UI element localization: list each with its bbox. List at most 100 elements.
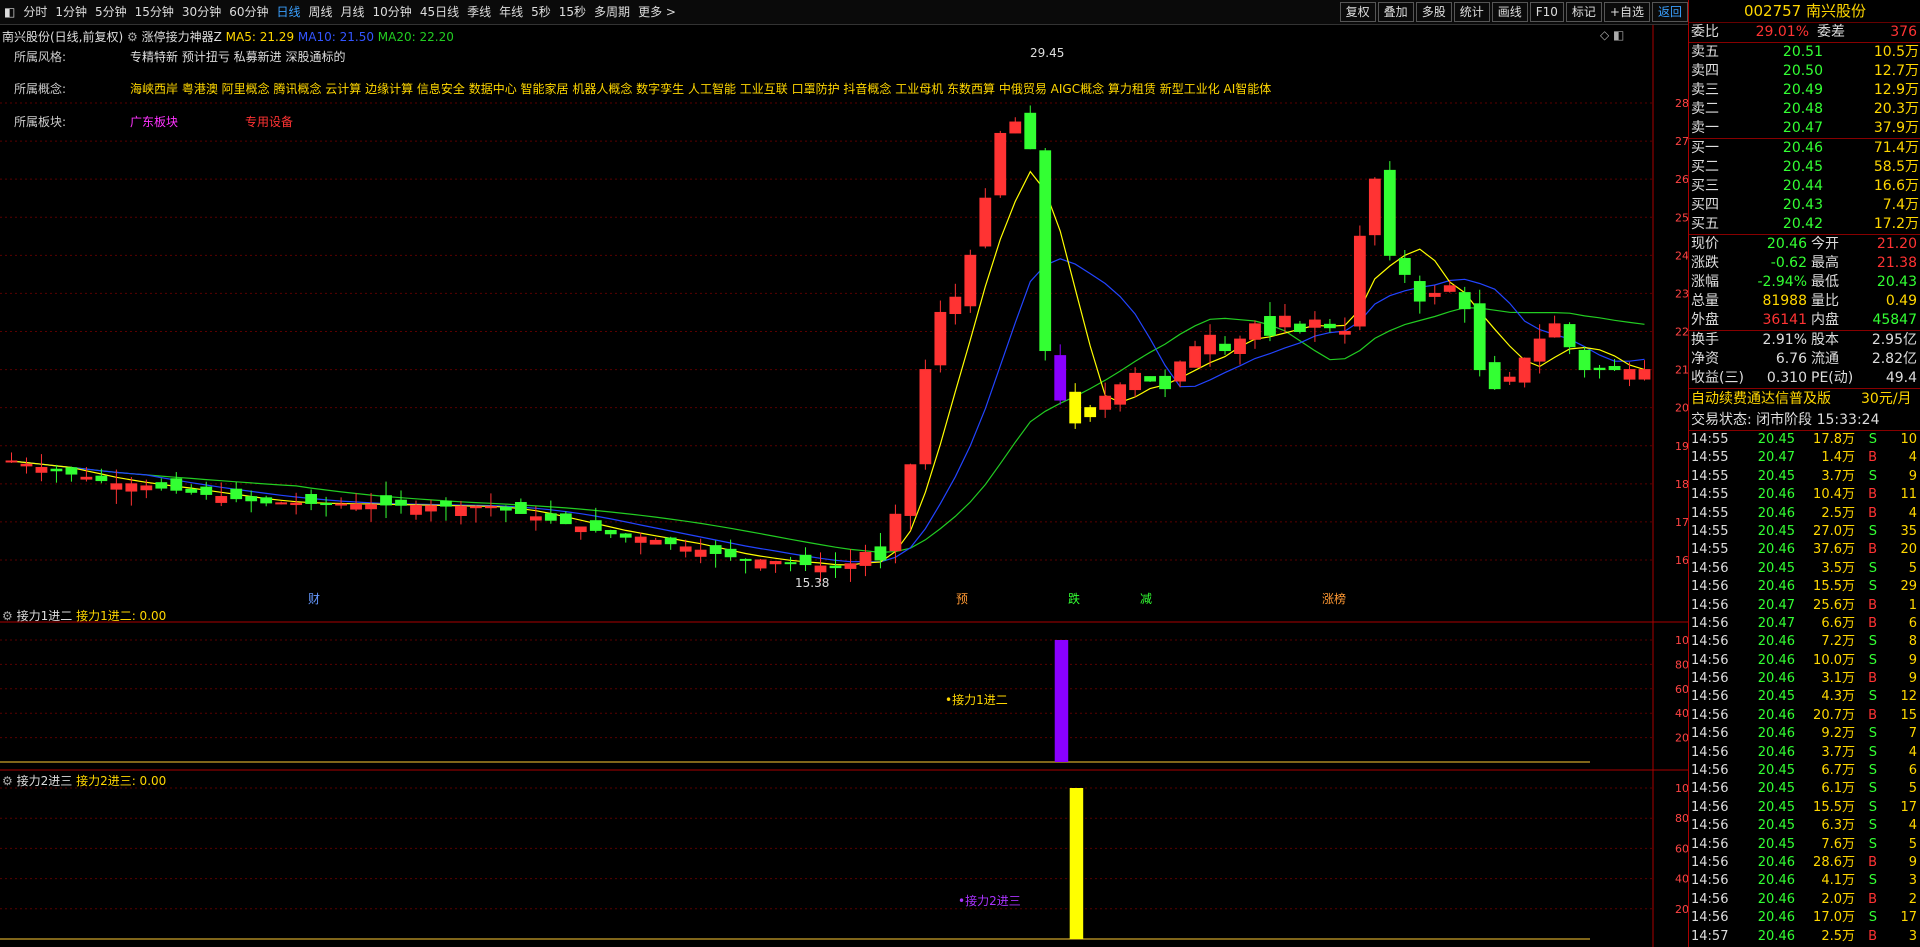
candle-body[interactable] xyxy=(649,539,662,545)
chart-area[interactable]: 16.00 17.00 18.00 19.00 20.00 21.00 22.00 23.00… xyxy=(0,25,1688,947)
candle-body[interactable] xyxy=(964,254,977,307)
candle-body[interactable] xyxy=(514,502,527,514)
candle-body[interactable] xyxy=(65,467,78,475)
candle-body[interactable] xyxy=(5,460,18,463)
candle-body[interactable] xyxy=(1249,323,1261,340)
period-tab[interactable]: 日线 xyxy=(272,0,304,24)
candle-body[interactable] xyxy=(20,463,33,467)
candle-body[interactable] xyxy=(784,562,797,565)
sub2-settings-icon[interactable]: ⚙ xyxy=(2,774,13,788)
promo-row[interactable]: 自动续费通达信普及版 30元/月 xyxy=(1689,389,1920,410)
candle-body[interactable] xyxy=(425,505,437,512)
candle-body[interactable] xyxy=(230,488,243,500)
candle-body[interactable] xyxy=(1054,355,1067,401)
candle-body[interactable] xyxy=(979,197,992,247)
candle-body[interactable] xyxy=(1638,369,1651,380)
candle-body[interactable] xyxy=(305,494,318,504)
candle-body[interactable] xyxy=(1264,316,1276,336)
candle-body[interactable] xyxy=(1443,285,1456,292)
candle-body[interactable] xyxy=(485,506,497,509)
toolbar-button[interactable]: 统计 xyxy=(1453,2,1490,22)
period-tab[interactable]: 15秒 xyxy=(555,0,590,24)
stock-header[interactable]: 002757 南兴股份 xyxy=(1689,0,1920,23)
period-tab[interactable]: 季线 xyxy=(463,0,495,24)
candle-body[interactable] xyxy=(754,559,767,569)
event-marker-rank[interactable]: 涨榜 xyxy=(1322,590,1346,607)
candle-body[interactable] xyxy=(1294,323,1306,333)
candle-body[interactable] xyxy=(1039,150,1052,352)
candle-body[interactable] xyxy=(185,488,198,493)
candle-body[interactable] xyxy=(95,475,108,482)
sub1-signal-bar[interactable] xyxy=(1054,640,1069,762)
candle-body[interactable] xyxy=(155,482,168,489)
event-marker-drop[interactable]: 跌 xyxy=(1068,590,1080,607)
period-tab[interactable]: 1分钟 xyxy=(51,0,91,24)
toolbar-button[interactable]: 画线 xyxy=(1491,2,1528,22)
candle-body[interactable] xyxy=(949,296,962,315)
candle-body[interactable] xyxy=(215,496,228,503)
candle-body[interactable] xyxy=(1533,338,1546,362)
candle-body[interactable] xyxy=(829,565,842,569)
candle-body[interactable] xyxy=(350,503,362,510)
candle-body[interactable] xyxy=(275,502,288,505)
candle-body[interactable] xyxy=(1279,315,1291,328)
candle-body[interactable] xyxy=(919,369,932,465)
candle-body[interactable] xyxy=(769,561,782,565)
indicator-settings-icon[interactable]: ⚙ xyxy=(127,30,138,44)
candle-body[interactable] xyxy=(1623,369,1636,380)
period-tab[interactable]: 更多 > xyxy=(634,0,680,24)
period-tab[interactable]: 45日线 xyxy=(416,0,463,24)
period-tab[interactable]: 周线 xyxy=(305,0,337,24)
period-tab[interactable]: 年线 xyxy=(495,0,527,24)
candle-body[interactable] xyxy=(1398,257,1411,275)
candle-body[interactable] xyxy=(1234,338,1246,354)
period-tab[interactable]: 分时 xyxy=(19,0,51,24)
sub2-signal-bar[interactable] xyxy=(1069,788,1084,939)
candle-body[interactable] xyxy=(50,468,63,472)
candle-body[interactable] xyxy=(724,548,737,558)
period-tab[interactable]: 多周期 xyxy=(590,0,634,24)
candle-body[interactable] xyxy=(1099,395,1112,410)
period-tab[interactable]: 15分钟 xyxy=(131,0,178,24)
candle-body[interactable] xyxy=(395,499,407,506)
candle-body[interactable] xyxy=(1353,235,1366,327)
period-tab[interactable]: 60分钟 xyxy=(225,0,272,24)
period-tab[interactable]: 5秒 xyxy=(527,0,555,24)
period-tab[interactable]: 10分钟 xyxy=(369,0,416,24)
sub1-settings-icon[interactable]: ⚙ xyxy=(2,609,13,623)
candle-body[interactable] xyxy=(994,132,1007,196)
event-marker-forecast[interactable]: 预 xyxy=(956,590,968,607)
candle-body[interactable] xyxy=(1084,407,1097,418)
candle-body[interactable] xyxy=(1413,281,1426,302)
candle-body[interactable] xyxy=(380,495,392,506)
toolbar-button[interactable]: 返回 xyxy=(1651,2,1688,22)
candle-body[interactable] xyxy=(1503,376,1516,382)
candle-body[interactable] xyxy=(1473,303,1486,371)
candle-body[interactable] xyxy=(1593,367,1606,371)
candle-body[interactable] xyxy=(1069,391,1082,424)
toolbar-button[interactable]: +自选 xyxy=(1603,2,1650,22)
candle-body[interactable] xyxy=(664,537,677,545)
toolbar-button[interactable]: 标记 xyxy=(1565,2,1602,22)
candle-body[interactable] xyxy=(1563,324,1576,348)
period-tab[interactable]: 30分钟 xyxy=(178,0,225,24)
candle-body[interactable] xyxy=(589,520,602,531)
candle-body[interactable] xyxy=(1309,319,1321,328)
toolbar-menu-icon[interactable]: ◧ xyxy=(0,0,19,24)
candle-body[interactable] xyxy=(814,565,827,573)
candle-body[interactable] xyxy=(140,485,153,491)
candle-body[interactable] xyxy=(634,536,647,543)
candle-body[interactable] xyxy=(125,483,138,492)
candle-body[interactable] xyxy=(1338,331,1351,335)
candle-body[interactable] xyxy=(320,503,333,506)
candle-body[interactable] xyxy=(859,551,872,566)
toolbar-button[interactable]: F10 xyxy=(1529,2,1564,22)
board-industry[interactable]: 专用设备 xyxy=(245,113,293,130)
chart-options-icon[interactable]: ◇ ◧ xyxy=(1600,28,1624,42)
candle-body[interactable] xyxy=(410,505,422,515)
candle-body[interactable] xyxy=(1323,323,1336,329)
candle-body[interactable] xyxy=(844,563,857,569)
candle-body[interactable] xyxy=(574,526,587,533)
indicator-name[interactable]: 涨停接力神器Z xyxy=(142,30,222,44)
event-marker-finance[interactable]: 财 xyxy=(308,590,320,607)
